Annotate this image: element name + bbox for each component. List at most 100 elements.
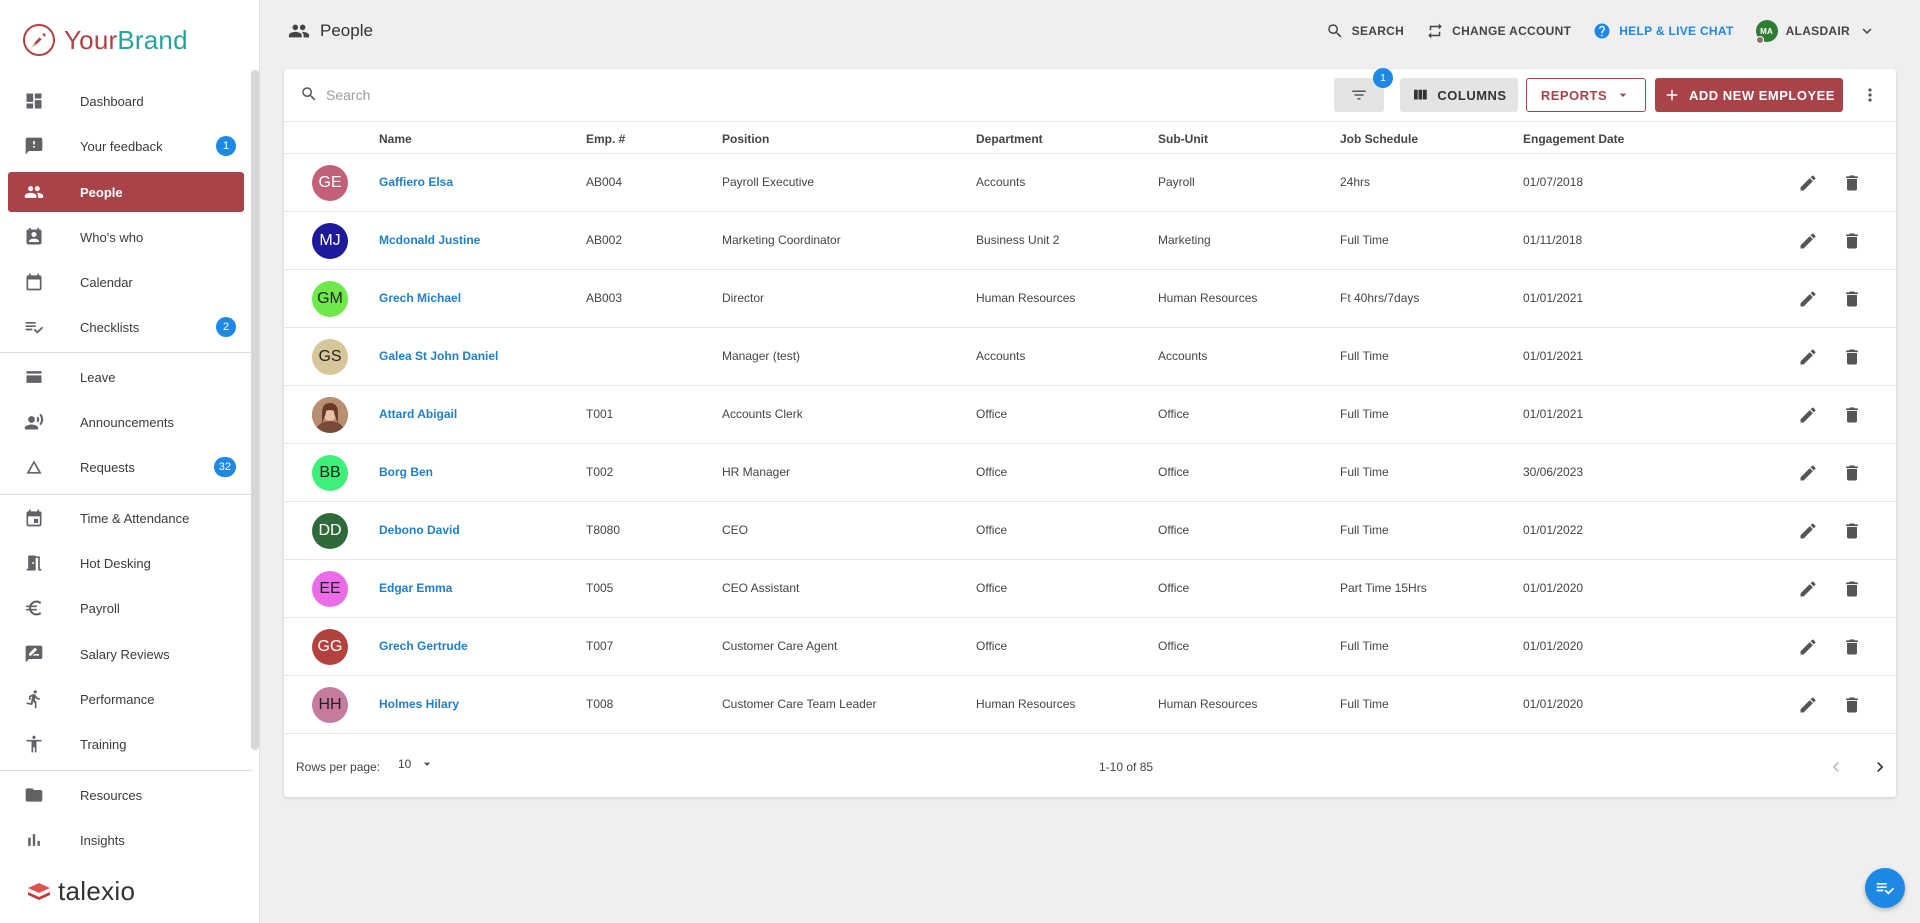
cell-emp: T002 xyxy=(586,465,614,479)
cell-name[interactable]: Grech Michael xyxy=(379,291,461,305)
cell-date: 01/01/2021 xyxy=(1523,291,1584,305)
user-menu[interactable]: MA ALASDAIR xyxy=(1755,20,1876,44)
cell-name[interactable]: Gaffiero Elsa xyxy=(379,175,453,189)
column-header-date[interactable]: Engagement Date xyxy=(1523,132,1624,146)
delete-icon[interactable] xyxy=(1842,463,1862,483)
edit-icon[interactable] xyxy=(1798,231,1818,251)
delete-icon[interactable] xyxy=(1842,521,1862,541)
sidebar-item-salary-reviews[interactable]: Salary Reviews xyxy=(8,634,244,674)
table-row[interactable]: GG Grech Gertrude T007 Customer Care Agent O… xyxy=(284,618,1896,676)
column-header-name[interactable]: Name xyxy=(379,132,412,146)
training-icon xyxy=(24,734,44,754)
table-row[interactable]: DD Debono David T8080 CEO Office Office Full T… xyxy=(284,502,1896,560)
cell-name[interactable]: Edgar Emma xyxy=(379,581,452,595)
sidebar-item-label: Training xyxy=(80,736,127,752)
sidebar-item-resources[interactable]: Resources xyxy=(8,775,244,815)
cell-subunit: Payroll xyxy=(1158,175,1195,189)
cell-schedule: Full Time xyxy=(1340,349,1389,363)
cell-department: Business Unit 2 xyxy=(976,233,1060,247)
table-row[interactable]: BB Borg Ben T002 HR Manager Office Office Ful… xyxy=(284,444,1896,502)
cell-subunit: Office xyxy=(1158,407,1190,421)
edit-icon[interactable] xyxy=(1798,289,1818,309)
sidebar-scrollbar[interactable] xyxy=(251,70,259,750)
table-row[interactable]: GS Galea St John Daniel Manager (test) Acco… xyxy=(284,328,1896,386)
delete-icon[interactable] xyxy=(1842,173,1862,193)
filter-button[interactable]: 1 xyxy=(1334,68,1393,112)
playlist-check-icon xyxy=(1876,883,1895,895)
cell-name[interactable]: Mcdonald Justine xyxy=(379,233,480,247)
add-new-employee-button[interactable]: ADD NEW EMPLOYEE xyxy=(1655,78,1843,112)
table-row[interactable]: HH Holmes Hilary T008 Customer Care Team Le… xyxy=(284,676,1896,734)
cell-name[interactable]: Debono David xyxy=(379,523,460,537)
edit-icon[interactable] xyxy=(1798,579,1818,599)
sidebar-item-payroll[interactable]: Payroll xyxy=(8,588,244,628)
column-header-position[interactable]: Position xyxy=(722,132,769,146)
table-row[interactable]: EE Edgar Emma T005 CEO Assistant Office Offic… xyxy=(284,560,1896,618)
edit-icon[interactable] xyxy=(1798,521,1818,541)
sidebar-item-dashboard[interactable]: Dashboard xyxy=(8,81,244,121)
delete-icon[interactable] xyxy=(1842,579,1862,599)
next-page-button[interactable] xyxy=(1870,757,1890,777)
cell-name[interactable]: Grech Gertrude xyxy=(379,639,468,653)
delete-icon[interactable] xyxy=(1842,405,1862,425)
help-live-chat-button[interactable]: HELP & LIVE CHAT xyxy=(1593,22,1733,40)
brand-logo[interactable]: YourBrand xyxy=(22,22,188,58)
sidebar-item-people[interactable]: People xyxy=(8,172,244,212)
sidebar-item-performance[interactable]: Performance xyxy=(8,679,244,719)
delete-icon[interactable] xyxy=(1842,289,1862,309)
sidebar-item-time-attendance[interactable]: Time & Attendance xyxy=(8,498,244,538)
people-icon xyxy=(288,24,310,38)
sidebar-item-who-s-who[interactable]: Who's who xyxy=(8,217,244,257)
requests-icon xyxy=(24,457,44,477)
edit-icon[interactable] xyxy=(1798,405,1818,425)
employees-card: 1 COLUMNS REPORTS ADD NEW EMPLOYEE Name E… xyxy=(284,68,1896,797)
edit-icon[interactable] xyxy=(1798,695,1818,715)
previous-page-button[interactable] xyxy=(1826,757,1846,777)
cell-name[interactable]: Attard Abigail xyxy=(379,407,457,421)
sidebar-item-training[interactable]: Training xyxy=(8,724,244,764)
column-header-subunit[interactable]: Sub-Unit xyxy=(1158,132,1208,146)
more-options-button[interactable] xyxy=(1860,85,1880,105)
cell-name[interactable]: Galea St John Daniel xyxy=(379,349,498,363)
delete-icon[interactable] xyxy=(1842,347,1862,367)
avatar: BB xyxy=(312,455,348,491)
sidebar-item-requests[interactable]: Requests 32 xyxy=(8,447,244,487)
columns-button[interactable]: COLUMNS xyxy=(1400,78,1518,112)
cell-name[interactable]: Holmes Hilary xyxy=(379,697,459,711)
announcement-icon xyxy=(24,412,44,432)
sidebar-item-announcements[interactable]: Announcements xyxy=(8,402,244,442)
sidebar-item-calendar[interactable]: Calendar xyxy=(8,262,244,302)
table-row[interactable]: GE Gaffiero Elsa AB004 Payroll Executive Acc… xyxy=(284,154,1896,212)
search-button[interactable]: SEARCH xyxy=(1326,22,1404,40)
cell-position: Customer Care Agent xyxy=(722,639,838,653)
delete-icon[interactable] xyxy=(1842,695,1862,715)
cell-name[interactable]: Borg Ben xyxy=(379,465,433,479)
sidebar-item-hot-desking[interactable]: Hot Desking xyxy=(8,543,244,583)
cell-date: 01/01/2020 xyxy=(1523,639,1584,653)
sidebar-item-leave[interactable]: Leave xyxy=(8,357,244,397)
column-header-schedule[interactable]: Job Schedule xyxy=(1340,132,1418,146)
table-row[interactable]: Attard Abigail T001 Accounts Clerk Office Of… xyxy=(284,386,1896,444)
table-row[interactable]: GM Grech Michael AB003 Director Human Resour… xyxy=(284,270,1896,328)
column-header-emp[interactable]: Emp. # xyxy=(586,132,625,146)
delete-icon[interactable] xyxy=(1842,637,1862,657)
edit-icon[interactable] xyxy=(1798,463,1818,483)
sidebar-item-checklists[interactable]: Checklists 2 xyxy=(8,307,244,347)
table-row[interactable]: MJ Mcdonald Justine AB002 Marketing Coordin… xyxy=(284,212,1896,270)
footer-logo: talexio xyxy=(26,876,135,907)
edit-icon[interactable] xyxy=(1798,173,1818,193)
edit-icon[interactable] xyxy=(1798,347,1818,367)
sidebar-item-insights[interactable]: Insights xyxy=(8,820,244,860)
checklist-fab-button[interactable] xyxy=(1865,868,1905,908)
table-toolbar: 1 COLUMNS REPORTS ADD NEW EMPLOYEE xyxy=(284,68,1896,122)
delete-icon[interactable] xyxy=(1842,231,1862,251)
change-account-button[interactable]: CHANGE ACCOUNT xyxy=(1426,22,1571,40)
search-icon xyxy=(1327,24,1342,38)
edit-icon[interactable] xyxy=(1798,637,1818,657)
search-input[interactable] xyxy=(326,81,1026,109)
sidebar-item-your-feedback[interactable]: Your feedback 1 xyxy=(8,126,244,166)
rows-per-page-select[interactable]: 10 xyxy=(398,756,435,772)
sidebar-item-badge: 32 xyxy=(213,457,236,477)
column-header-department[interactable]: Department xyxy=(976,132,1043,146)
reports-button[interactable]: REPORTS xyxy=(1526,78,1646,112)
